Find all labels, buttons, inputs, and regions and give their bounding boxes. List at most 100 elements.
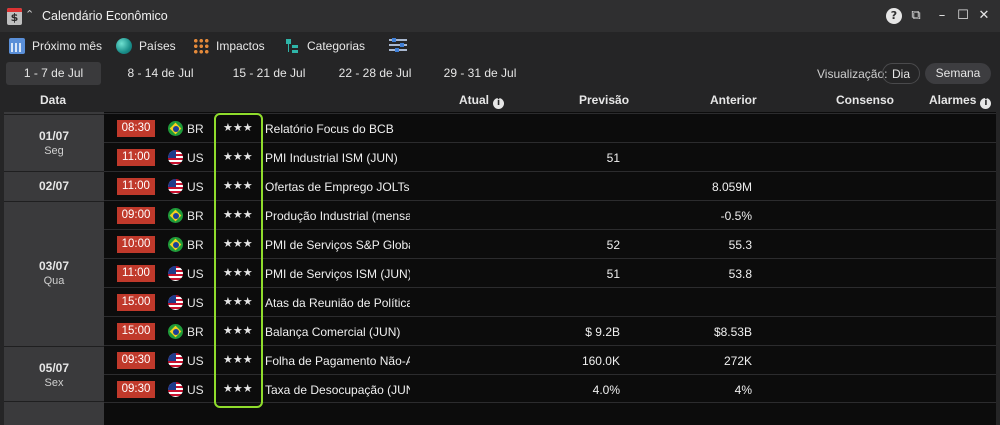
brazil-flag-icon <box>168 208 183 223</box>
col-alarms-label: Alarmes <box>929 93 977 107</box>
usa-flag-icon <box>168 179 183 194</box>
next-month-button[interactable]: Próximo mês <box>9 37 102 55</box>
previous-value: 4% <box>734 383 752 397</box>
maximize-icon[interactable]: ☐ <box>955 8 971 24</box>
week-tabs: 1 - 7 de Jul 8 - 14 de Jul 15 - 21 de Ju… <box>0 60 1000 88</box>
forecast-value: 160.0K <box>581 354 620 368</box>
close-icon[interactable]: ✕ <box>976 8 992 24</box>
time-badge: 10:00 <box>117 236 155 253</box>
time-badge: 08:30 <box>117 120 155 137</box>
date-group: 05/07 Sex <box>4 346 104 402</box>
date-group: 02/07 <box>4 171 104 200</box>
time-badge: 15:00 <box>117 294 155 311</box>
minimize-icon[interactable]: – <box>934 8 950 24</box>
table-header: Data Atual i Previsão Anterior Consenso A… <box>0 88 1000 112</box>
time-badge: 11:00 <box>117 265 155 282</box>
col-forecast: Previsão <box>579 93 630 107</box>
brazil-flag-icon <box>168 237 183 252</box>
tab-week-5[interactable]: 29 - 31 de Jul <box>432 62 528 85</box>
title-bar: $ ⌃ Calendário Econômico ? ⧉ – ☐ ✕ <box>0 0 1000 32</box>
country-code: US <box>187 151 204 165</box>
event-name[interactable]: Taxa de Desocupação (JUN) <box>265 383 410 397</box>
event-name[interactable]: Folha de Pagamento Não-Ag <box>265 354 410 368</box>
forecast-value: $ 9.2B <box>585 325 620 339</box>
date-label: 03/07 <box>38 259 70 273</box>
tab-week-1[interactable]: 1 - 7 de Jul <box>6 62 101 85</box>
forecast-value: 51 <box>606 267 620 281</box>
previous-value: 55.3 <box>728 238 752 252</box>
time-badge: 11:00 <box>117 149 155 166</box>
time-badge: 09:30 <box>117 352 155 369</box>
date-label: 05/07 <box>38 361 70 375</box>
time-badge: 09:30 <box>117 381 155 398</box>
countries-label: Países <box>139 39 176 53</box>
previous-value: 53.8 <box>728 267 752 281</box>
date-group: 03/07 Qua <box>4 201 104 345</box>
impact-column-highlight <box>214 113 263 408</box>
event-name[interactable]: Balança Comercial (JUN) <box>265 325 410 339</box>
time-badge: 15:00 <box>117 323 155 340</box>
col-actual-label: Atual <box>459 93 489 107</box>
toolbar: Próximo mês Países Impactos Categorias <box>0 32 1000 60</box>
usa-flag-icon <box>168 353 183 368</box>
country-code: US <box>187 383 204 397</box>
forecast-value: 51 <box>606 151 620 165</box>
brazil-flag-icon <box>168 121 183 136</box>
country-code: BR <box>187 209 204 223</box>
col-previous: Anterior <box>710 93 757 107</box>
country-code: BR <box>187 122 204 136</box>
popout-icon[interactable]: ⧉ <box>908 8 924 24</box>
next-month-label: Próximo mês <box>32 39 103 53</box>
globe-icon <box>116 38 132 54</box>
country-code: US <box>187 180 204 194</box>
view-week-button[interactable]: Semana <box>925 63 991 84</box>
dots-grid-icon <box>193 38 209 54</box>
country-code: US <box>187 267 204 281</box>
date-label: 01/07 <box>38 129 70 143</box>
usa-flag-icon <box>168 295 183 310</box>
info-icon[interactable]: i <box>980 98 992 109</box>
event-name[interactable]: Atas da Reunião de Política M <box>265 296 410 310</box>
col-alarms: Alarmes i <box>929 93 992 109</box>
info-icon[interactable]: i <box>493 98 504 109</box>
impacts-label: Impactos <box>216 39 265 53</box>
tab-week-2[interactable]: 8 - 14 de Jul <box>113 62 208 85</box>
date-label: 02/07 <box>38 179 70 193</box>
col-date: Data <box>40 93 67 107</box>
tab-week-4[interactable]: 22 - 28 de Jul <box>325 62 425 85</box>
time-badge: 09:00 <box>117 207 155 224</box>
categories-label: Categorias <box>307 39 366 53</box>
forecast-value: 52 <box>606 238 620 252</box>
country-code: US <box>187 296 204 310</box>
tab-week-3[interactable]: 15 - 21 de Jul <box>219 62 319 85</box>
event-name[interactable]: PMI de Serviços S&P Global <box>265 238 410 252</box>
chevron-up-icon[interactable]: ⌃ <box>25 8 34 21</box>
previous-value: 272K <box>723 354 752 368</box>
country-code: BR <box>187 238 204 252</box>
event-name[interactable]: Relatório Focus do BCB <box>265 122 410 136</box>
brazil-flag-icon <box>168 324 183 339</box>
date-group: 01/07 Seg <box>4 114 104 170</box>
usa-flag-icon <box>168 266 183 281</box>
weekday-label: Qua <box>43 275 65 287</box>
calendar-dollar-icon: $ <box>7 8 22 25</box>
col-actual: Atual i <box>459 93 504 109</box>
event-name[interactable]: PMI de Serviços ISM (JUN) <box>265 267 410 281</box>
window-title: Calendário Econômico <box>42 9 168 23</box>
usa-flag-icon <box>168 150 183 165</box>
event-name[interactable]: Produção Industrial (mensal) <box>265 209 410 223</box>
settings-sliders-icon[interactable] <box>389 38 407 53</box>
impacts-button[interactable]: Impactos <box>193 37 265 55</box>
time-badge: 11:00 <box>117 178 155 195</box>
categories-button[interactable]: Categorias <box>284 37 365 55</box>
view-label: Visualização: <box>817 67 888 81</box>
countries-button[interactable]: Países <box>116 37 176 55</box>
event-name[interactable]: PMI Industrial ISM (JUN) <box>265 151 410 165</box>
country-code: US <box>187 354 204 368</box>
forecast-value: 4.0% <box>592 383 620 397</box>
help-icon[interactable]: ? <box>886 8 902 24</box>
hierarchy-icon <box>284 38 300 54</box>
event-name[interactable]: Ofertas de Emprego JOLTs (M <box>265 180 410 194</box>
view-day-button[interactable]: Dia <box>882 63 920 84</box>
calendar-icon <box>9 38 25 54</box>
